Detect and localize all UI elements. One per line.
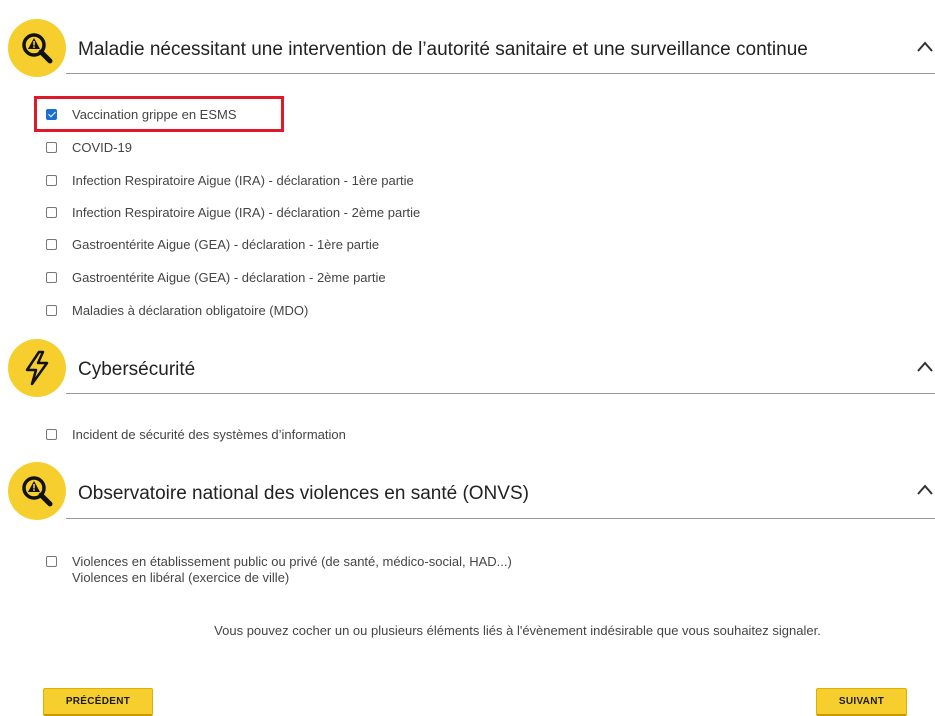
checkbox-label: Gastroentérite Aigue (GEA) - déclaration…: [72, 270, 386, 285]
divider: [66, 393, 935, 394]
chevron-up-icon[interactable]: [915, 39, 935, 53]
checkbox[interactable]: [46, 239, 57, 250]
lightning-icon: [8, 339, 66, 397]
checkbox[interactable]: [46, 175, 57, 186]
checkbox-label: Infection Respiratoire Aigue (IRA) - déc…: [72, 173, 414, 188]
checkbox[interactable]: [46, 207, 57, 218]
section-title: Maladie nécessitant une intervention de …: [78, 39, 808, 60]
checkbox-item[interactable]: Violences en établissement public ou pri…: [46, 554, 512, 586]
section-header-maladie[interactable]: Maladie nécessitant une intervention de …: [0, 15, 935, 85]
checkbox[interactable]: [46, 556, 57, 567]
chevron-up-icon[interactable]: [915, 482, 935, 496]
checkbox-item[interactable]: Gastroentérite Aigue (GEA) - déclaration…: [46, 237, 379, 253]
next-button[interactable]: SUIVANT: [816, 688, 907, 716]
magnifier-alert-icon: [8, 19, 66, 77]
divider: [66, 518, 935, 519]
magnifier-alert-icon: [8, 462, 66, 520]
chevron-up-icon[interactable]: [915, 359, 935, 373]
checkbox-label: Gastroentérite Aigue (GEA) - déclaration…: [72, 237, 380, 252]
hint-text: Vous pouvez cocher un ou plusieurs éléme…: [214, 623, 821, 638]
checkbox-item[interactable]: Maladies à déclaration obligatoire (MDO): [46, 303, 308, 319]
checkbox-item[interactable]: Infection Respiratoire Aigue (IRA) - déc…: [46, 205, 420, 221]
checkbox-item[interactable]: Incident de sécurité des systèmes d’info…: [46, 427, 346, 443]
section-title: Observatoire national des violences en s…: [78, 483, 529, 504]
checkbox[interactable]: [46, 272, 57, 283]
checkbox[interactable]: [46, 142, 57, 153]
section-title: Cybersécurité: [78, 359, 196, 380]
checkbox-item[interactable]: Gastroentérite Aigue (GEA) - déclaration…: [46, 270, 386, 286]
previous-button[interactable]: PRÉCÉDENT: [43, 688, 153, 716]
checkbox-label: Incident de sécurité des systèmes d’info…: [72, 427, 346, 442]
checkbox-item[interactable]: Vaccination grippe en ESMS: [46, 107, 237, 123]
checkbox-checked[interactable]: [46, 109, 57, 120]
checkbox-label: Vaccination grippe en ESMS: [72, 107, 237, 122]
checkbox-label: Infection Respiratoire Aigue (IRA) - déc…: [72, 205, 421, 220]
checkbox-label: COVID-19: [72, 140, 132, 155]
checkbox-label-group: Violences en établissement public ou pri…: [72, 554, 512, 586]
checkbox[interactable]: [46, 305, 57, 316]
checkbox[interactable]: [46, 429, 57, 440]
checkbox-label-secondary: Violences en libéral (exercice de ville): [72, 570, 290, 585]
checkbox-item[interactable]: Infection Respiratoire Aigue (IRA) - déc…: [46, 173, 414, 189]
section-header-onvs[interactable]: Observatoire national des violences en s…: [0, 458, 935, 528]
checkbox-label: Violences en établissement public ou pri…: [72, 554, 512, 569]
checkbox-item[interactable]: COVID-19: [46, 140, 132, 156]
section-header-cybersecurite[interactable]: Cybersécurité: [0, 335, 935, 405]
divider: [66, 73, 935, 74]
checkbox-label: Maladies à déclaration obligatoire (MDO): [72, 303, 309, 318]
